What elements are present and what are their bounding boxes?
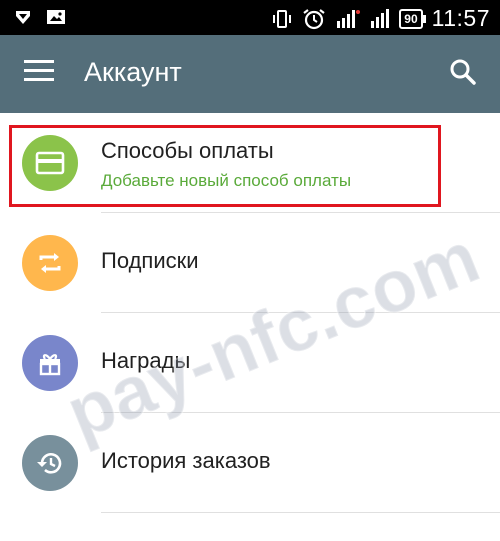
item-label: История заказов <box>101 448 271 473</box>
history-icon <box>22 435 78 491</box>
repeat-icon <box>22 235 78 291</box>
status-time: 11:57 <box>431 5 490 31</box>
divider <box>101 512 500 513</box>
list-item-rewards[interactable]: Награды <box>0 313 500 413</box>
list-item-subscriptions[interactable]: Подписки <box>0 213 500 313</box>
item-label: Награды <box>101 348 191 373</box>
list-item-order-history[interactable]: История заказов <box>0 413 500 513</box>
image-icon <box>46 8 66 26</box>
account-menu-list: Способы оплаты Добавьте новый способ опл… <box>0 113 500 513</box>
credit-card-icon <box>22 135 78 191</box>
status-bar: 90 11:57 <box>0 0 500 35</box>
item-sublabel: Добавьте новый способ оплаты <box>101 171 352 190</box>
app-bar: Аккаунт <box>0 35 500 113</box>
signal-icon <box>335 8 361 30</box>
item-label: Способы оплаты <box>101 138 274 163</box>
search-icon <box>450 59 476 85</box>
page-title: Аккаунт <box>84 57 182 87</box>
menu-icon <box>24 60 54 63</box>
vibrate-icon <box>271 8 293 30</box>
list-item-payment-methods[interactable]: Способы оплаты Добавьте новый способ опл… <box>0 113 500 213</box>
item-label: Подписки <box>101 248 199 273</box>
shield-icon <box>14 8 32 26</box>
gift-icon <box>22 335 78 391</box>
search-button[interactable] <box>448 57 478 87</box>
menu-button[interactable] <box>24 60 54 88</box>
alarm-icon <box>302 8 326 30</box>
battery-indicator: 90 <box>399 8 427 29</box>
signal-icon-2 <box>370 8 390 30</box>
